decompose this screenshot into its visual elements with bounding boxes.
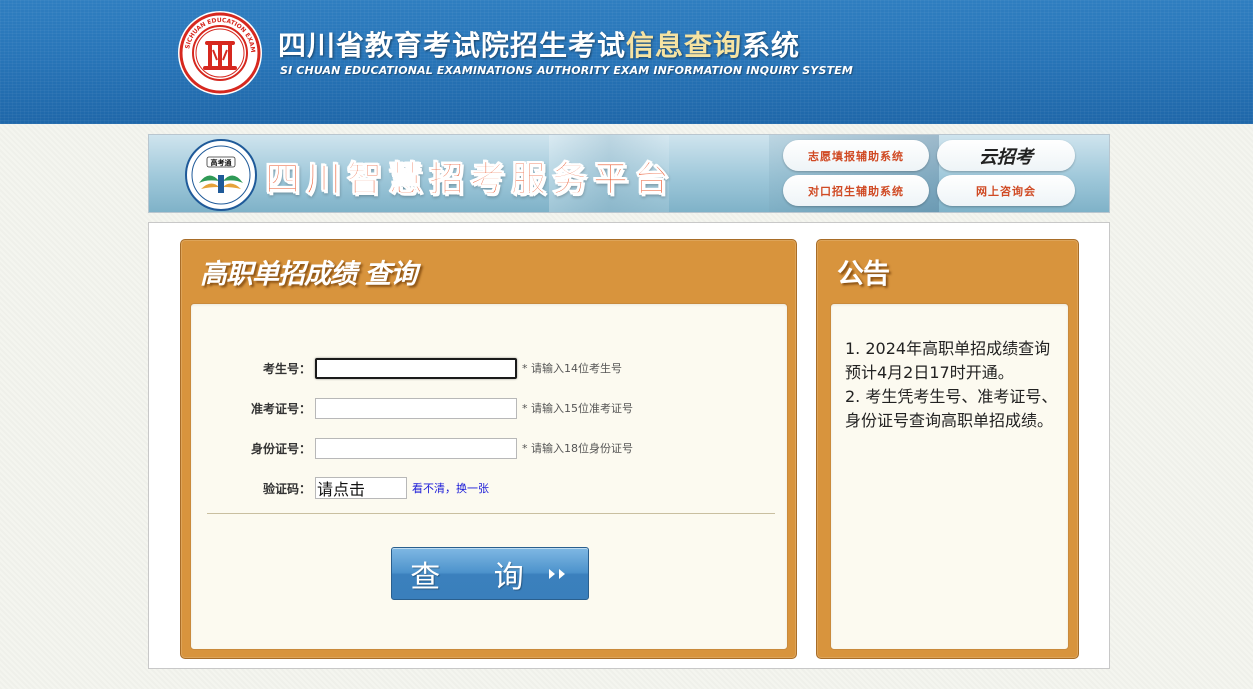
gaokaotong-logo-icon: 高考通	[185, 139, 257, 211]
zkzh-hint: * 请输入15位准考证号	[522, 402, 633, 415]
captcha-refresh-link[interactable]: 看不清，换一张	[412, 480, 489, 496]
query-submit-button[interactable]: 查 询	[391, 547, 589, 600]
zkzh-row: 准考证号： * 请输入15位准考证号	[191, 397, 633, 419]
ksh-label: 考生号：	[262, 361, 311, 376]
sfzh-input[interactable]	[315, 437, 517, 459]
form-divider	[207, 513, 775, 514]
captcha-label: 验证码：	[262, 481, 311, 496]
sfzh-row: 身份证号： * 请输入18位身份证号	[191, 437, 633, 459]
captcha-row: 验证码： 看不清，换一张	[191, 477, 489, 499]
notice-item: 1. 2024年高职单招成绩查询预计4月2日17时开通。	[845, 339, 1051, 382]
ksh-input[interactable]	[315, 357, 517, 379]
main-container: 高职单招成绩 查询 考生号： * 请输入14位考生号 准考证号： * 请输入15…	[148, 222, 1110, 669]
exam-authority-seal-icon: SICHUAN EDUCATION EXAMINATIONS	[177, 10, 262, 95]
zkzh-label: 准考证号：	[250, 401, 311, 416]
double-chevron-right-icon	[548, 568, 565, 579]
query-submit-label: 查 询	[410, 559, 546, 595]
banner-title: 四川智慧招考服务平台	[264, 159, 676, 201]
ksh-hint: * 请输入14位考生号	[522, 362, 622, 375]
captcha-input[interactable]	[315, 477, 407, 499]
query-panel-title: 高职单招成绩 查询	[200, 259, 417, 290]
notice-body: 1. 2024年高职单招成绩查询预计4月2日17时开通。 2. 考生凭考生号、准…	[830, 303, 1069, 650]
site-subtitle: SI CHUAN EDUCATIONAL EXAMINATIONS AUTHOR…	[280, 64, 853, 77]
site-header: SICHUAN EDUCATION EXAMINATIONS 四川省教育考试院招…	[0, 0, 1253, 124]
smart-exam-banner: 高考通 四川智慧招考服务平台 志愿填报辅助系统 对口招生辅助系统 云招考 网上咨…	[148, 134, 1110, 213]
notice-panel: 公告 1. 2024年高职单招成绩查询预计4月2日17时开通。 2. 考生凭考生…	[816, 239, 1079, 659]
site-title: 四川省教育考试院招生考试信息查询系统	[278, 29, 801, 62]
sfzh-hint: * 请输入18位身份证号	[522, 442, 633, 455]
zkzh-input[interactable]	[315, 397, 517, 419]
ksh-row: 考生号： * 请输入14位考生号	[191, 357, 622, 379]
zhiyuan-link-button[interactable]: 志愿填报辅助系统	[783, 140, 929, 171]
sfzh-label: 身份证号：	[250, 441, 311, 456]
query-panel: 高职单招成绩 查询 考生号： * 请输入14位考生号 准考证号： * 请输入15…	[180, 239, 797, 659]
yunzhaokao-link-button[interactable]: 云招考	[937, 140, 1075, 171]
notice-item: 2. 考生凭考生号、准考证号、身份证号查询高职单招成绩。	[845, 387, 1058, 430]
notice-list: 1. 2024年高职单招成绩查询预计4月2日17时开通。 2. 考生凭考生号、准…	[845, 337, 1060, 433]
zixunhui-link-button[interactable]: 网上咨询会	[937, 175, 1075, 206]
duikou-link-button[interactable]: 对口招生辅助系统	[783, 175, 929, 206]
query-form: 考生号： * 请输入14位考生号 准考证号： * 请输入15位准考证号 身份证号…	[190, 303, 788, 650]
svg-text:高考通: 高考通	[211, 158, 233, 167]
notice-panel-title: 公告	[837, 259, 890, 290]
